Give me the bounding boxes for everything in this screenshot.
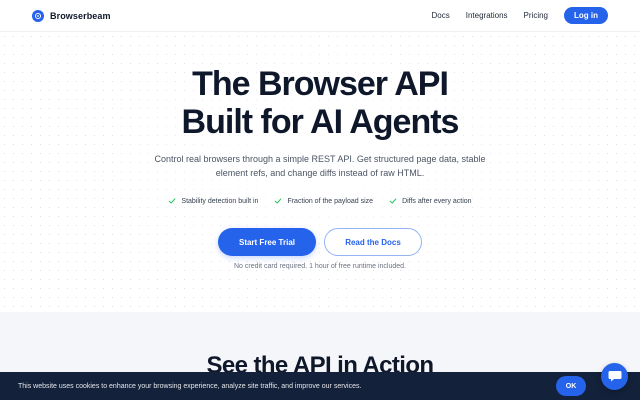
cookie-banner: This website uses cookies to enhance you… [0,372,640,400]
feature-item: Stability detection built in [168,197,258,205]
check-icon [389,198,397,204]
feature-item: Diffs after every action [389,197,472,205]
chat-widget-button[interactable] [601,363,628,390]
feature-item: Fraction of the payload size [274,197,373,205]
start-free-trial-button[interactable]: Start Free Trial [218,228,316,256]
nav-docs[interactable]: Docs [432,11,450,20]
main-nav: Docs Integrations Pricing Log in [432,7,608,24]
cta-row: Start Free Trial Read the Docs [0,228,640,256]
hero-title: The Browser API Built for AI Agents [0,65,640,141]
hero-title-line-2: Built for AI Agents [181,103,460,141]
chat-bubble-icon [608,371,621,382]
brand-link[interactable]: Browserbeam [32,9,111,22]
feature-label: Fraction of the payload size [287,197,374,205]
hero-subtitle-line-1: Control real browsers through a simple R… [154,154,486,164]
feature-list: Stability detection built in Fraction of… [0,197,640,205]
hero-subtitle-line-2: element refs, and change diffs instead o… [215,168,425,178]
compass-logo-icon [32,9,44,22]
cookie-ok-button[interactable]: OK [556,376,586,396]
hero-section: The Browser API Built for AI Agents Cont… [0,32,640,312]
feature-label: Stability detection built in [181,197,259,205]
nav-integrations[interactable]: Integrations [466,11,508,20]
login-button[interactable]: Log in [564,7,608,24]
nav-pricing[interactable]: Pricing [524,11,548,20]
feature-label: Diffs after every action [402,197,472,205]
brand-name: Browserbeam [50,10,111,21]
cta-note: No credit card required. 1 hour of free … [234,263,406,270]
site-header: Browserbeam Docs Integrations Pricing Lo… [0,0,640,32]
hero-subtitle: Control real browsers through a simple R… [0,152,640,180]
hero-title-line-1: The Browser API [192,65,449,103]
cookie-text: This website uses cookies to enhance you… [18,382,362,390]
check-icon [275,198,282,204]
read-docs-button[interactable]: Read the Docs [324,228,422,256]
check-icon [169,198,176,204]
